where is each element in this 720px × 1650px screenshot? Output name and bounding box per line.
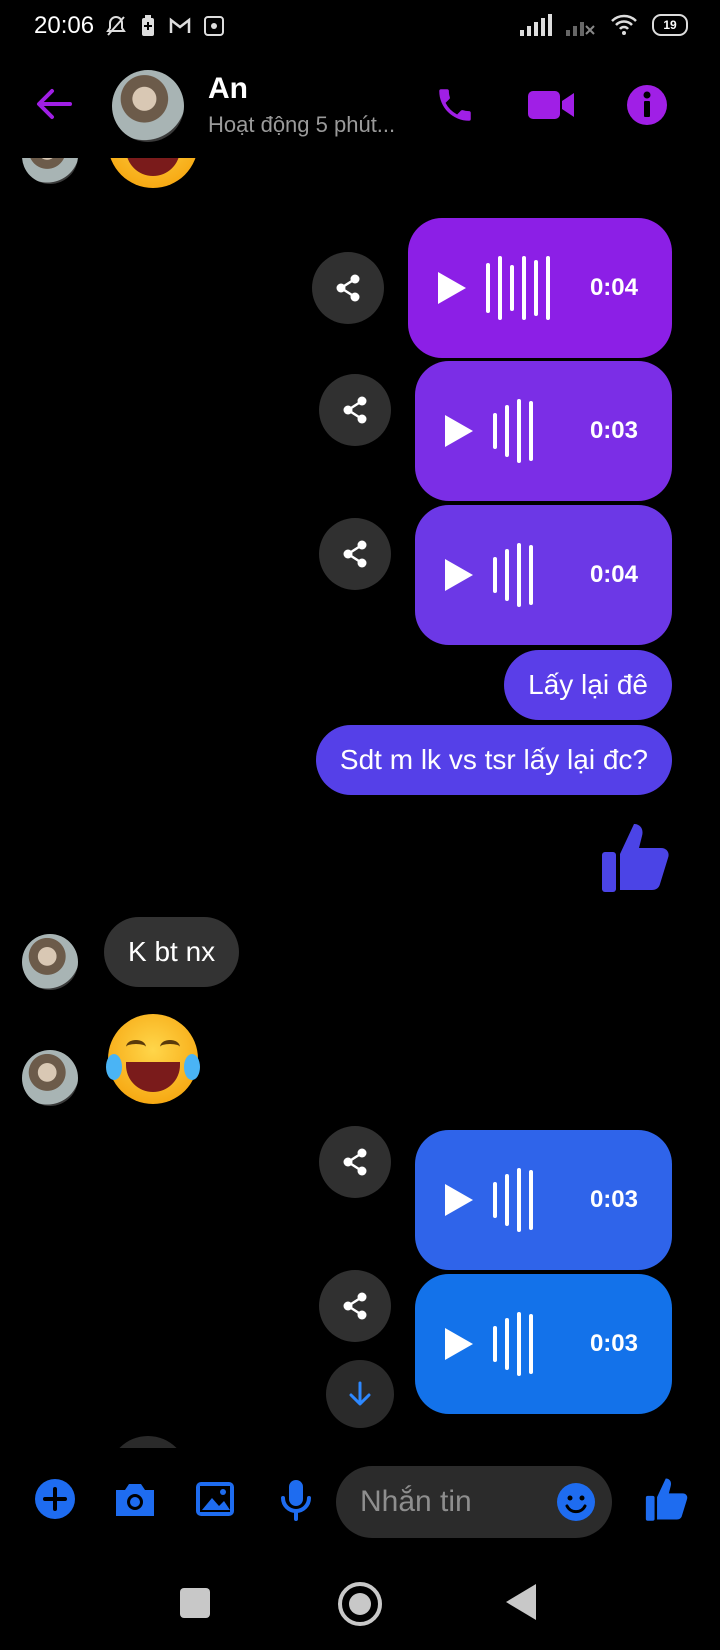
- outgoing-text-message[interactable]: Sdt m lk vs tsr lấy lại đc?: [315, 725, 672, 795]
- voice-duration: 0:03: [589, 1186, 638, 1213]
- home-button[interactable]: [338, 1582, 382, 1626]
- voice-message[interactable]: 0:04: [415, 505, 672, 645]
- play-icon[interactable]: [445, 1328, 473, 1360]
- voice-duration: 0:04: [589, 561, 638, 588]
- waveform: [493, 399, 533, 463]
- outgoing-text-message[interactable]: Lấy lại đê: [504, 650, 672, 720]
- plus-icon[interactable]: [34, 1478, 76, 1520]
- scroll-to-bottom-button[interactable]: [326, 1360, 394, 1428]
- play-icon[interactable]: [445, 559, 473, 591]
- contact-name[interactable]: An: [208, 72, 248, 106]
- share-button[interactable]: [319, 1270, 391, 1342]
- share-button[interactable]: [312, 252, 384, 324]
- contact-status: Hoạt động 5 phút...: [208, 112, 396, 137]
- phone-call-icon[interactable]: [434, 84, 476, 126]
- contact-avatar[interactable]: [112, 70, 184, 142]
- waveform: [493, 543, 533, 607]
- signal-no-sim-icon: [566, 22, 595, 36]
- emoji-message: [108, 158, 198, 188]
- share-button[interactable]: [319, 374, 391, 446]
- play-icon[interactable]: [445, 1184, 473, 1216]
- like-thumbs-up-icon[interactable]: [600, 820, 672, 894]
- system-navigation-bar: [0, 1558, 720, 1650]
- share-icon: [343, 396, 367, 424]
- gallery-icon[interactable]: [194, 1478, 236, 1520]
- emoji-picker-icon[interactable]: [556, 1482, 596, 1522]
- voice-message[interactable]: 0:03: [415, 1130, 672, 1270]
- camera-icon[interactable]: [112, 1478, 158, 1520]
- back-arrow-icon[interactable]: [34, 84, 74, 124]
- partial-message: [108, 1436, 188, 1448]
- contact-avatar-small: [22, 1050, 78, 1106]
- send-like-icon[interactable]: [644, 1476, 690, 1522]
- waveform: [493, 1312, 533, 1376]
- play-icon[interactable]: [438, 272, 466, 304]
- message-list[interactable]: 0:04 0:03 0:04 Lấy lại đê Sdt m lk vs ts…: [0, 158, 720, 1448]
- back-button[interactable]: [506, 1584, 536, 1620]
- voice-duration: 0:03: [589, 417, 638, 444]
- composer-bar: [0, 1448, 720, 1558]
- voice-message[interactable]: 0:03: [415, 361, 672, 501]
- share-button[interactable]: [319, 1126, 391, 1198]
- waveform: [493, 1168, 533, 1232]
- share-button[interactable]: [319, 518, 391, 590]
- voice-message[interactable]: 0:04: [408, 218, 672, 358]
- battery-indicator: 19: [652, 14, 688, 36]
- voice-duration: 0:03: [589, 1330, 638, 1357]
- status-bar: 20:06 19: [0, 0, 720, 54]
- wifi-icon: [611, 14, 637, 35]
- notifications-off-icon: [106, 15, 126, 36]
- share-icon: [343, 1292, 367, 1320]
- waveform: [486, 256, 550, 320]
- gmail-icon: [169, 17, 191, 33]
- share-icon: [343, 540, 367, 568]
- signal-icon: [520, 14, 552, 36]
- info-icon[interactable]: [626, 84, 668, 126]
- chat-header: An Hoạt động 5 phút...: [0, 54, 720, 158]
- voice-message[interactable]: 0:03: [415, 1274, 672, 1414]
- share-icon: [336, 274, 360, 302]
- screenshot-icon: [204, 16, 224, 36]
- battery-saver-icon: [142, 15, 154, 36]
- share-icon: [343, 1148, 367, 1176]
- incoming-text-message[interactable]: K bt nx: [104, 917, 240, 987]
- recent-apps-button[interactable]: [180, 1588, 210, 1618]
- status-time: 20:06: [34, 12, 95, 39]
- contact-avatar-small: [22, 934, 78, 990]
- tears-of-joy-emoji: [106, 1014, 200, 1104]
- microphone-icon[interactable]: [278, 1478, 314, 1522]
- video-call-icon[interactable]: [526, 84, 576, 126]
- contact-avatar-small: [22, 158, 78, 184]
- voice-duration: 0:04: [589, 274, 638, 301]
- arrow-down-icon: [349, 1381, 371, 1406]
- play-icon[interactable]: [445, 415, 473, 447]
